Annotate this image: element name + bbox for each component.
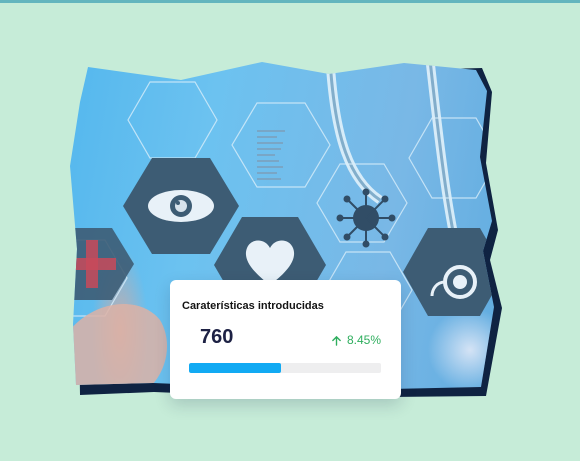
- hand-shape: [70, 304, 168, 389]
- progress-fill: [189, 363, 282, 373]
- virus-icon: [336, 188, 396, 248]
- stat-card-value: 760: [200, 326, 234, 348]
- stat-card-title: Caraterísticas introducidas: [182, 300, 324, 312]
- progress-track: [189, 363, 381, 373]
- stat-card-change-value: 8.45%: [346, 333, 381, 347]
- stat-card: Caraterísticas introducidas 760 8.45%: [170, 280, 401, 399]
- stat-card-change: 8.45%: [331, 333, 381, 347]
- eye-icon: [123, 158, 239, 254]
- arrow-up-icon: [332, 335, 341, 346]
